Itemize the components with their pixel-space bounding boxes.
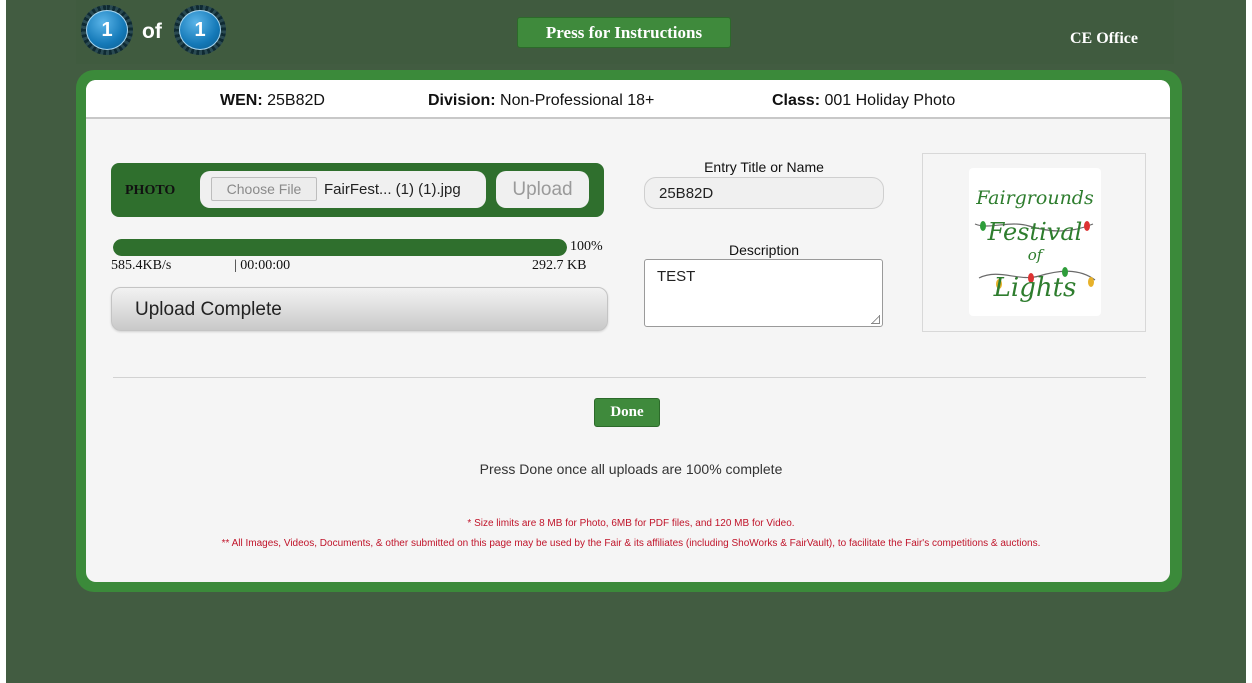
entry-title-input[interactable]: 25B82D — [644, 177, 884, 209]
division-field: Division: Non-Professional 18+ — [428, 92, 654, 110]
entry-title-label: Entry Title or Name — [704, 159, 824, 175]
description-textarea[interactable]: TEST — [644, 259, 883, 327]
upload-status-bar: Upload Complete — [111, 287, 608, 331]
upload-speed: 585.4KB/s — [111, 258, 172, 273]
wen-field: WEN: 25B82D — [220, 92, 325, 110]
resize-grip-icon[interactable] — [871, 315, 880, 324]
size-limits-note: * Size limits are 8 MB for Photo, 6MB fo… — [467, 518, 795, 529]
class-label: Class: — [772, 92, 821, 109]
office-label[interactable]: CE Office — [1070, 30, 1138, 48]
wen-label: WEN: — [220, 92, 263, 109]
upload-file-size: 292.7 KB — [532, 258, 587, 273]
usage-rights-note: ** All Images, Videos, Documents, & othe… — [221, 538, 1041, 549]
logo-line-2: Festival — [987, 218, 1083, 246]
total-pages-number: 1 — [194, 18, 206, 41]
top-bar: 1 of 1 Press for Instructions CE Office — [76, 0, 1174, 64]
instructions-button[interactable]: Press for Instructions — [517, 17, 731, 48]
description-label: Description — [728, 242, 800, 258]
done-button[interactable]: Done — [594, 398, 660, 427]
fair-logo: Fairgrounds Festival of Lights — [969, 168, 1101, 316]
selected-file-name: FairFest... (1) (1).jpg — [324, 181, 461, 198]
done-instructions: Press Done once all uploads are 100% com… — [479, 461, 783, 477]
current-page-number: 1 — [101, 18, 113, 41]
photo-label: PHOTO — [125, 183, 176, 198]
entry-header: WEN: 25B82D Division: Non-Professional 1… — [86, 80, 1170, 119]
entry-panel: WEN: 25B82D Division: Non-Professional 1… — [86, 80, 1170, 582]
wen-value: 25B82D — [267, 92, 325, 109]
division-label: Division: — [428, 92, 496, 109]
choose-file-button[interactable]: Choose File — [211, 177, 317, 201]
upload-elapsed-time: | 00:00:00 — [234, 258, 291, 273]
file-input[interactable]: Choose File FairFest... (1) (1).jpg — [200, 171, 486, 208]
upload-progress-bar — [113, 239, 567, 256]
upload-button[interactable]: Upload — [496, 171, 589, 208]
total-pages-badge: 1 — [174, 5, 226, 55]
description-text: TEST — [657, 268, 696, 285]
current-page-badge: 1 — [81, 5, 133, 55]
page-of-label: of — [142, 20, 162, 43]
class-field: Class: 001 Holiday Photo — [772, 92, 955, 110]
logo-line-1: Fairgrounds — [975, 187, 1094, 209]
logo-line-4: Lights — [993, 273, 1077, 303]
progress-percent: 100% — [570, 239, 603, 254]
fair-logo-frame: Fairgrounds Festival of Lights — [922, 153, 1146, 332]
division-value: Non-Professional 18+ — [500, 92, 655, 109]
photo-upload-box: PHOTO Choose File FairFest... (1) (1).jp… — [111, 163, 604, 217]
logo-line-3: of — [1028, 246, 1045, 264]
class-value: 001 Holiday Photo — [824, 92, 956, 109]
upload-progress-fill — [113, 239, 567, 256]
section-divider — [113, 377, 1146, 378]
